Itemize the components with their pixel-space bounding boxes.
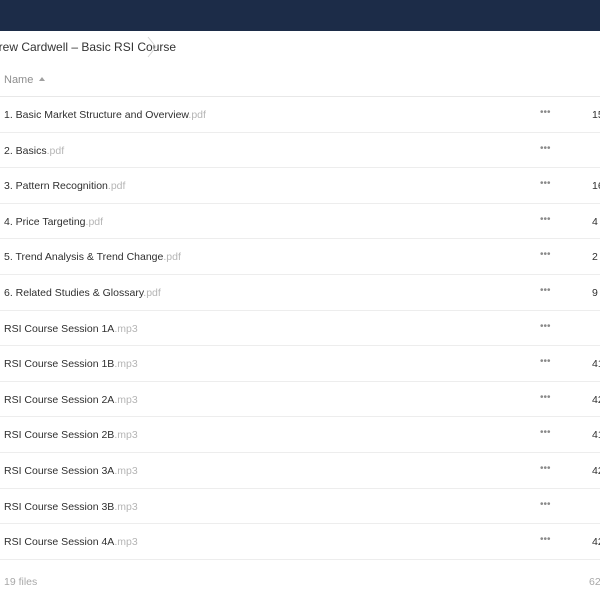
more-options-icon[interactable]: ••• — [540, 321, 551, 332]
file-name[interactable]: 4. Price Targeting.pdf — [4, 216, 103, 228]
more-options-icon[interactable]: ••• — [540, 108, 551, 118]
total-size: 620 — [589, 576, 600, 588]
file-extension: .pdf — [46, 144, 65, 157]
more-options-icon[interactable]: ••• — [540, 535, 551, 545]
file-row[interactable]: RSI Course Session 1A.mp3 ••• — [0, 311, 600, 347]
more-options-icon[interactable]: ••• — [540, 250, 551, 260]
sort-ascending-icon[interactable] — [39, 77, 46, 81]
file-extension: .pdf — [107, 180, 126, 193]
file-size: 15 — [592, 109, 600, 121]
file-extension: .pdf — [188, 109, 206, 121]
file-size: 2 — [592, 251, 598, 264]
file-row[interactable]: 2. Basics.pdf ••• — [0, 133, 600, 169]
file-name[interactable]: RSI Course Session 3A.mp3 — [4, 465, 138, 477]
file-extension: .pdf — [143, 286, 161, 299]
more-options-icon[interactable]: ••• — [540, 357, 551, 367]
file-extension: .mp3 — [114, 536, 138, 549]
file-count: 19 files — [4, 576, 38, 588]
file-row[interactable]: 1. Basic Market Structure and Overview.p… — [0, 97, 600, 133]
file-row[interactable]: RSI Course Session 3B.mp3 ••• — [0, 489, 600, 525]
file-list: 1. Basic Market Structure and Overview.p… — [0, 97, 600, 560]
file-row[interactable]: RSI Course Session 2A.mp3 ••• 42 — [0, 382, 600, 418]
file-name[interactable]: RSI Course Session 3B.mp3 — [4, 501, 138, 513]
file-row[interactable]: 3. Pattern Recognition.pdf ••• 16 — [0, 168, 600, 204]
more-options-icon[interactable]: ••• — [540, 179, 551, 189]
file-name[interactable]: 3. Pattern Recognition.pdf — [4, 180, 125, 192]
file-name[interactable]: RSI Course Session 4A.mp3 — [4, 536, 138, 548]
name-column-label: Name — [4, 74, 34, 86]
file-extension: .mp3 — [114, 500, 138, 513]
file-extension: .pdf — [85, 215, 104, 228]
file-name[interactable]: RSI Course Session 2A.mp3 — [4, 394, 138, 406]
more-options-icon[interactable]: ••• — [540, 428, 551, 438]
file-size: 9 — [592, 286, 598, 299]
name-column-header[interactable]: Name — [4, 74, 46, 86]
file-size: 4 — [592, 215, 598, 228]
top-navigation-bar — [0, 0, 600, 31]
file-extension: .mp3 — [114, 322, 138, 335]
more-options-icon[interactable]: ••• — [540, 214, 551, 225]
file-extension: .pdf — [163, 251, 181, 264]
file-list-footer: 19 files 620 — [0, 568, 600, 600]
file-row[interactable]: RSI Course Session 3A.mp3 ••• 42 — [0, 453, 600, 489]
file-size: 41 — [592, 358, 600, 371]
file-row[interactable]: 4. Price Targeting.pdf ••• 4 — [0, 204, 600, 240]
file-name[interactable]: RSI Course Session 2B.mp3 — [4, 429, 138, 441]
file-row[interactable]: RSI Course Session 2B.mp3 ••• 41 — [0, 417, 600, 453]
file-size: 16 — [592, 180, 600, 193]
file-name[interactable]: 6. Related Studies & Glossary.pdf — [4, 287, 161, 299]
more-options-icon[interactable]: ••• — [540, 499, 551, 510]
file-row[interactable]: RSI Course Session 1B.mp3 ••• 41 — [0, 346, 600, 382]
more-options-icon[interactable]: ••• — [540, 285, 551, 296]
more-options-icon[interactable]: ••• — [540, 143, 551, 154]
file-size: 42 — [592, 393, 600, 406]
file-row[interactable]: RSI Course Session 4A.mp3 ••• 42 — [0, 524, 600, 560]
chevron-right-icon — [147, 36, 157, 58]
file-size: 42 — [592, 536, 600, 549]
file-name[interactable]: RSI Course Session 1A.mp3 — [4, 323, 138, 335]
file-name[interactable]: 5. Trend Analysis & Trend Change.pdf — [4, 251, 181, 263]
file-extension: .mp3 — [114, 358, 138, 371]
file-row[interactable]: 5. Trend Analysis & Trend Change.pdf •••… — [0, 239, 600, 275]
more-options-icon[interactable]: ••• — [540, 463, 551, 474]
column-header-row: Name — [0, 63, 600, 97]
breadcrumb: drew Cardwell – Basic RSI Course — [0, 31, 600, 63]
more-options-icon[interactable]: ••• — [540, 392, 551, 403]
file-size: 41 — [592, 429, 600, 442]
file-name[interactable]: RSI Course Session 1B.mp3 — [4, 358, 138, 370]
file-extension: .mp3 — [114, 393, 138, 406]
file-extension: .mp3 — [114, 429, 138, 442]
file-row[interactable]: 6. Related Studies & Glossary.pdf ••• 9 — [0, 275, 600, 311]
file-extension: .mp3 — [114, 464, 138, 477]
file-name[interactable]: 1. Basic Market Structure and Overview.p… — [4, 109, 206, 121]
file-name[interactable]: 2. Basics.pdf — [4, 145, 64, 157]
file-size: 42 — [592, 464, 600, 477]
